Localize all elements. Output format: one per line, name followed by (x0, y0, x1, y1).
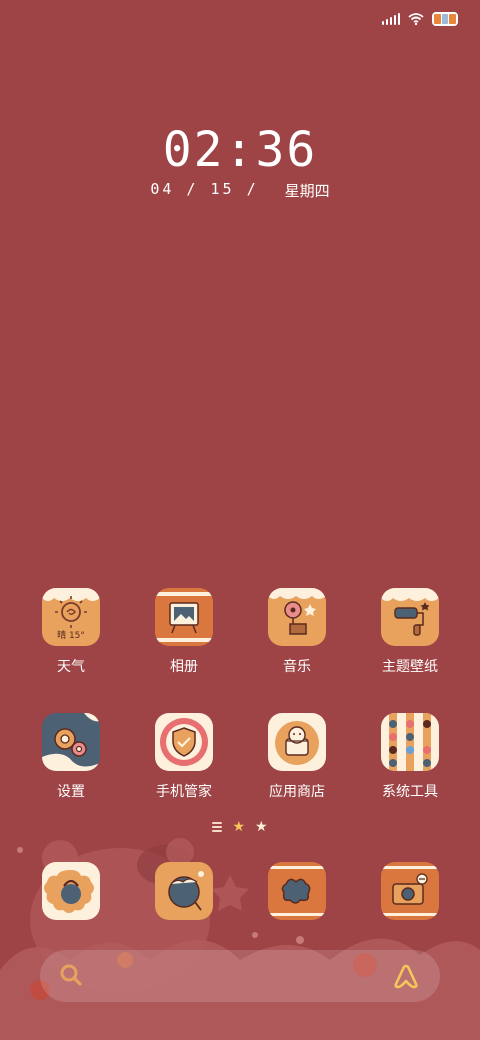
status-bar (382, 8, 458, 30)
camera-icon (381, 862, 439, 920)
dock-phone[interactable] (21, 862, 121, 920)
signal-icon (382, 13, 400, 25)
app-label: 天气 (57, 659, 85, 675)
app-label: 系统工具 (382, 784, 438, 800)
tools-icon (381, 713, 439, 771)
app-theme[interactable]: 主题壁纸 (360, 588, 460, 676)
page-indicator[interactable]: ★ ★ (0, 820, 480, 834)
dock-messages[interactable] (134, 862, 234, 920)
phone-icon (42, 862, 100, 920)
battery-icon (432, 12, 458, 26)
app-security[interactable]: 手机管家 (134, 713, 234, 801)
app-store-icon (268, 713, 326, 771)
messages-icon (155, 862, 213, 920)
app-tools[interactable]: 系统工具 (360, 713, 460, 801)
dock-browser[interactable] (247, 862, 347, 920)
dock-search-bar[interactable] (40, 950, 440, 1002)
weather-icon: 晴 15° (42, 588, 100, 646)
assistant-icon[interactable] (392, 962, 420, 990)
page-dot-star-icon: ★ (255, 819, 268, 835)
app-label: 应用商店 (269, 784, 325, 800)
app-label: 设置 (57, 784, 85, 800)
page-list-icon (212, 822, 223, 832)
date-row: 04 / 15 / 星期四 (0, 180, 480, 201)
app-store[interactable]: 应用商店 (247, 713, 347, 801)
browser-icon (268, 862, 326, 920)
wifi-icon (408, 13, 424, 25)
settings-icon (42, 713, 100, 771)
app-gallery[interactable]: 相册 (134, 588, 234, 676)
app-label: 主题壁纸 (382, 659, 438, 675)
lockscreen-clock: 02:36 (162, 122, 318, 178)
weather-icon-text: 晴 15° (57, 629, 85, 641)
app-music[interactable]: 音乐 (247, 588, 347, 676)
music-icon (268, 588, 326, 646)
app-weather[interactable]: 晴 15° 天气 (21, 588, 121, 676)
app-label: 音乐 (283, 659, 311, 675)
page-dot-active-star-icon: ★ (232, 819, 245, 835)
search-icon[interactable] (58, 962, 84, 988)
app-settings[interactable]: 设置 (21, 713, 121, 801)
app-label: 相册 (170, 659, 198, 675)
dock-camera[interactable] (360, 862, 460, 920)
date-label: 04 / 15 / (150, 180, 259, 198)
wallpaper-illustration (0, 838, 480, 1040)
weekday-label: 星期四 (284, 182, 330, 200)
gallery-icon (155, 588, 213, 646)
theme-icon (381, 588, 439, 646)
app-label: 手机管家 (156, 784, 212, 800)
security-icon (155, 713, 213, 771)
